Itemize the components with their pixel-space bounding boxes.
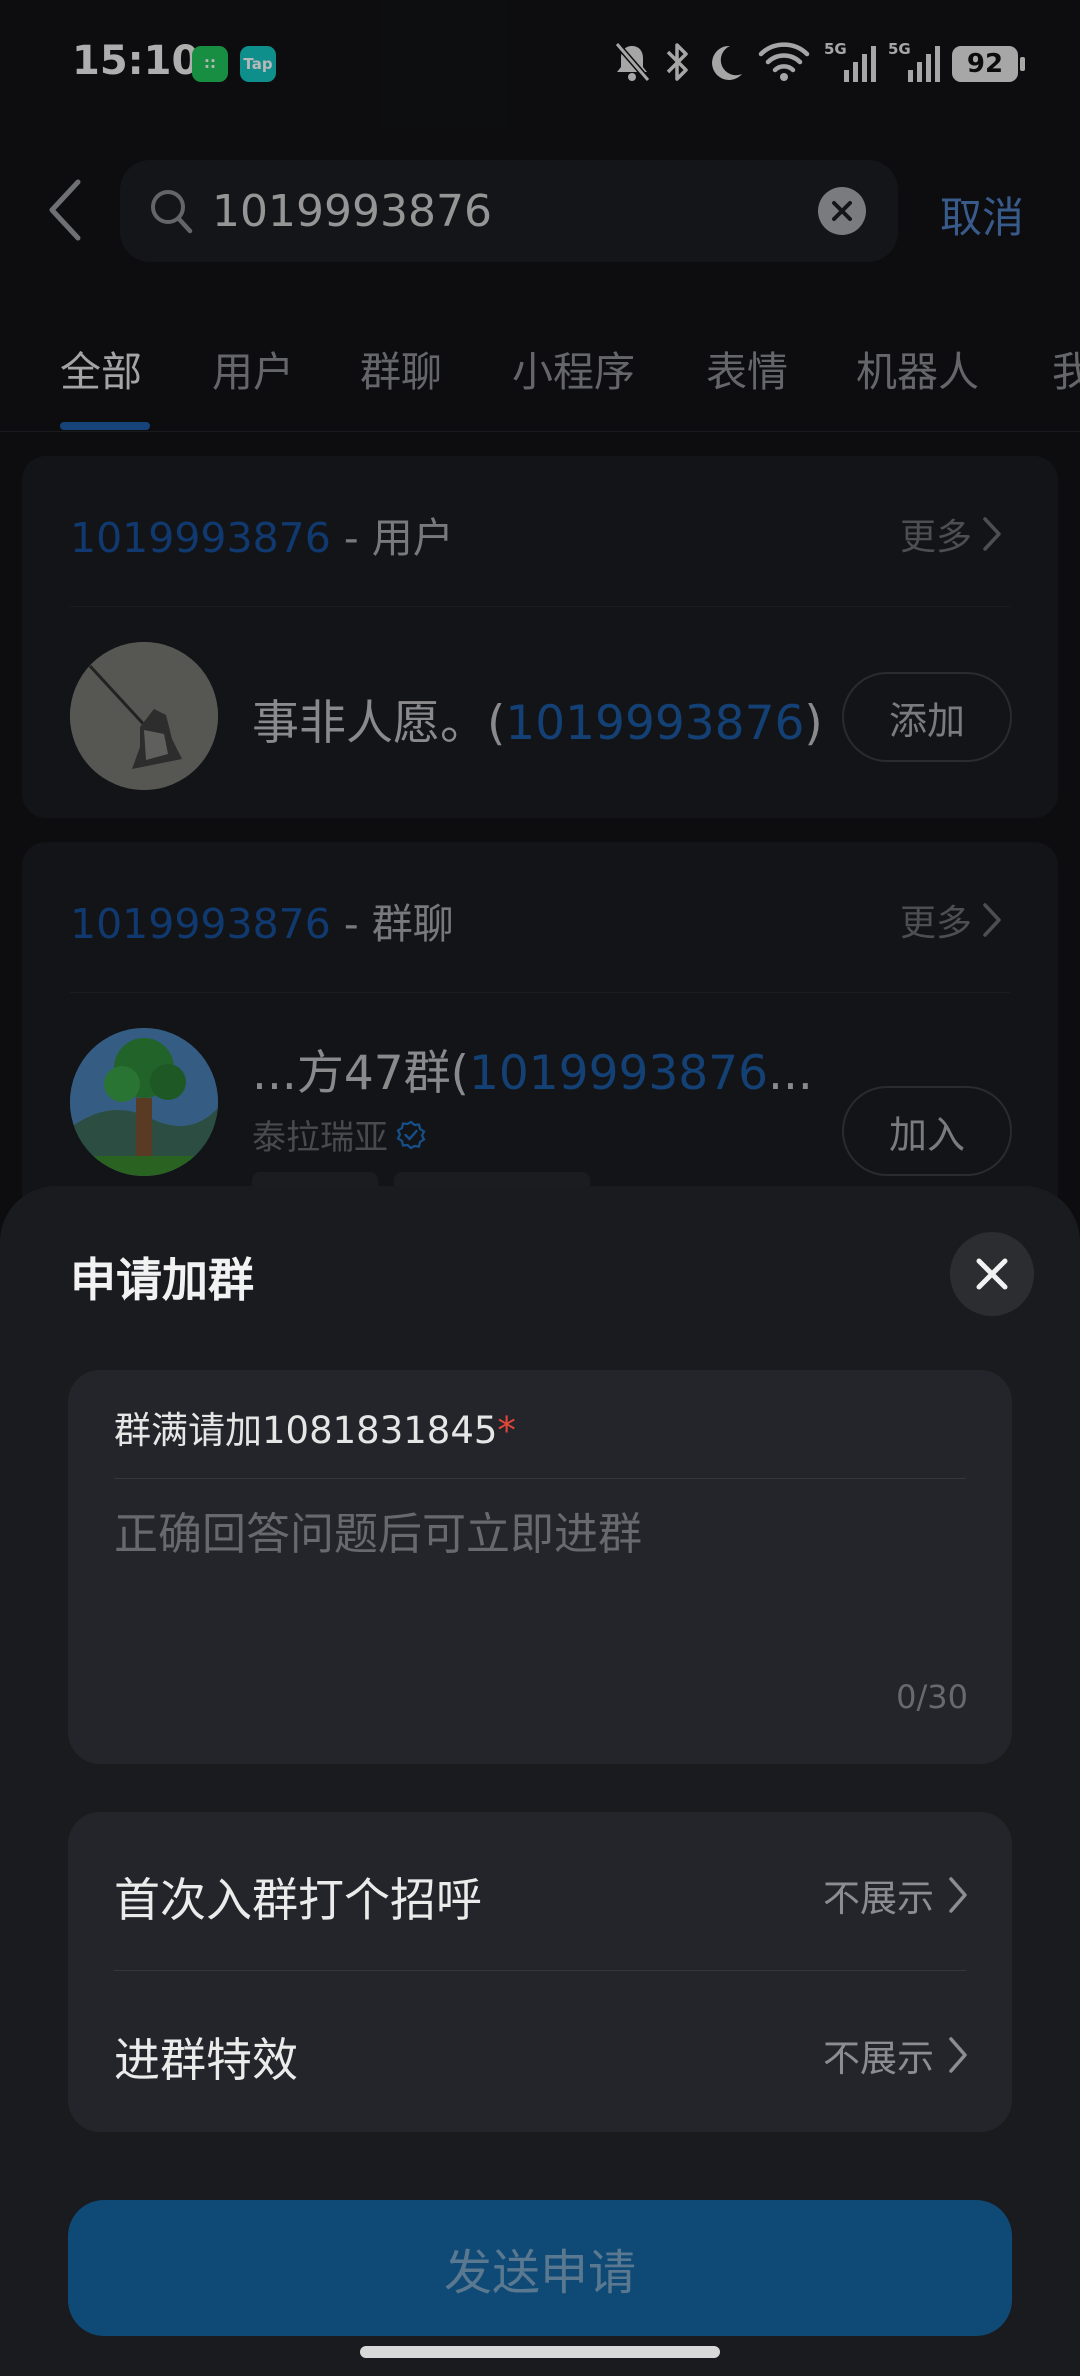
- close-sheet-button[interactable]: [950, 1232, 1034, 1316]
- option-value: 不展示: [823, 2028, 968, 2082]
- greeting-option-row[interactable]: 首次入群打个招呼 不展示: [68, 1812, 1012, 1970]
- divider: [114, 1970, 966, 1971]
- answer-card: 群满请加1081831845* 0/30: [68, 1370, 1012, 1764]
- home-indicator[interactable]: [360, 2346, 720, 2358]
- join-effect-option-row[interactable]: 进群特效 不展示: [68, 1972, 1012, 2130]
- option-value-text: 不展示: [823, 1877, 934, 1920]
- send-request-button[interactable]: 发送申请: [68, 2200, 1012, 2336]
- answer-input[interactable]: [114, 1498, 966, 1698]
- join-question: 群满请加1081831845*: [114, 1400, 516, 1454]
- join-question-text: 群满请加1081831845: [114, 1409, 498, 1452]
- option-value: 不展示: [823, 1868, 968, 1922]
- options-card: 首次入群打个招呼 不展示 进群特效 不展示: [68, 1812, 1012, 2132]
- chevron-right-icon: [949, 2037, 967, 2073]
- divider: [114, 1478, 966, 1479]
- sheet-title: 申请加群: [70, 1253, 254, 1307]
- close-icon: [976, 1258, 1008, 1290]
- option-label: 首次入群打个招呼: [114, 1873, 482, 1927]
- option-value-text: 不展示: [823, 2037, 934, 2080]
- chevron-right-icon: [949, 1877, 967, 1913]
- char-counter: 0/30: [896, 1678, 968, 1716]
- join-request-sheet: 申请加群 群满请加1081831845* 0/30 首次入群打个招呼 不展示 进…: [0, 1186, 1080, 2376]
- required-mark: *: [497, 1409, 516, 1452]
- option-label: 进群特效: [114, 2033, 298, 2087]
